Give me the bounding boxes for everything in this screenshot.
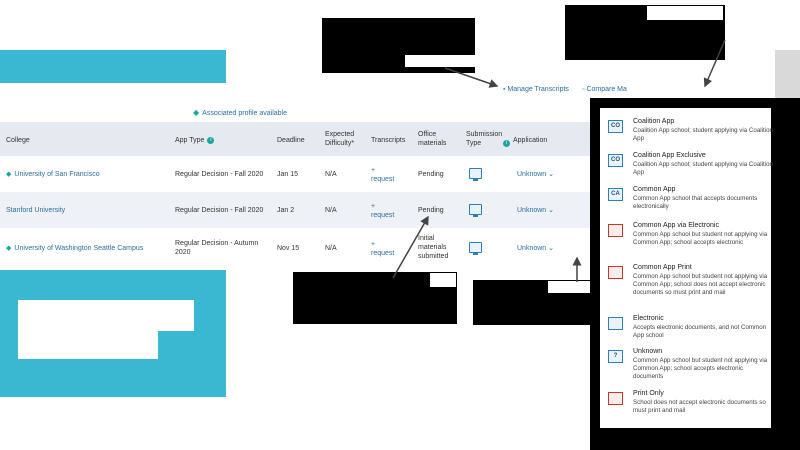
arrow-to-office-materials bbox=[392, 215, 429, 279]
arrow-to-transcripts bbox=[444, 67, 499, 88]
arrow-to-legend bbox=[703, 39, 726, 88]
callout-arrows bbox=[392, 39, 726, 282]
